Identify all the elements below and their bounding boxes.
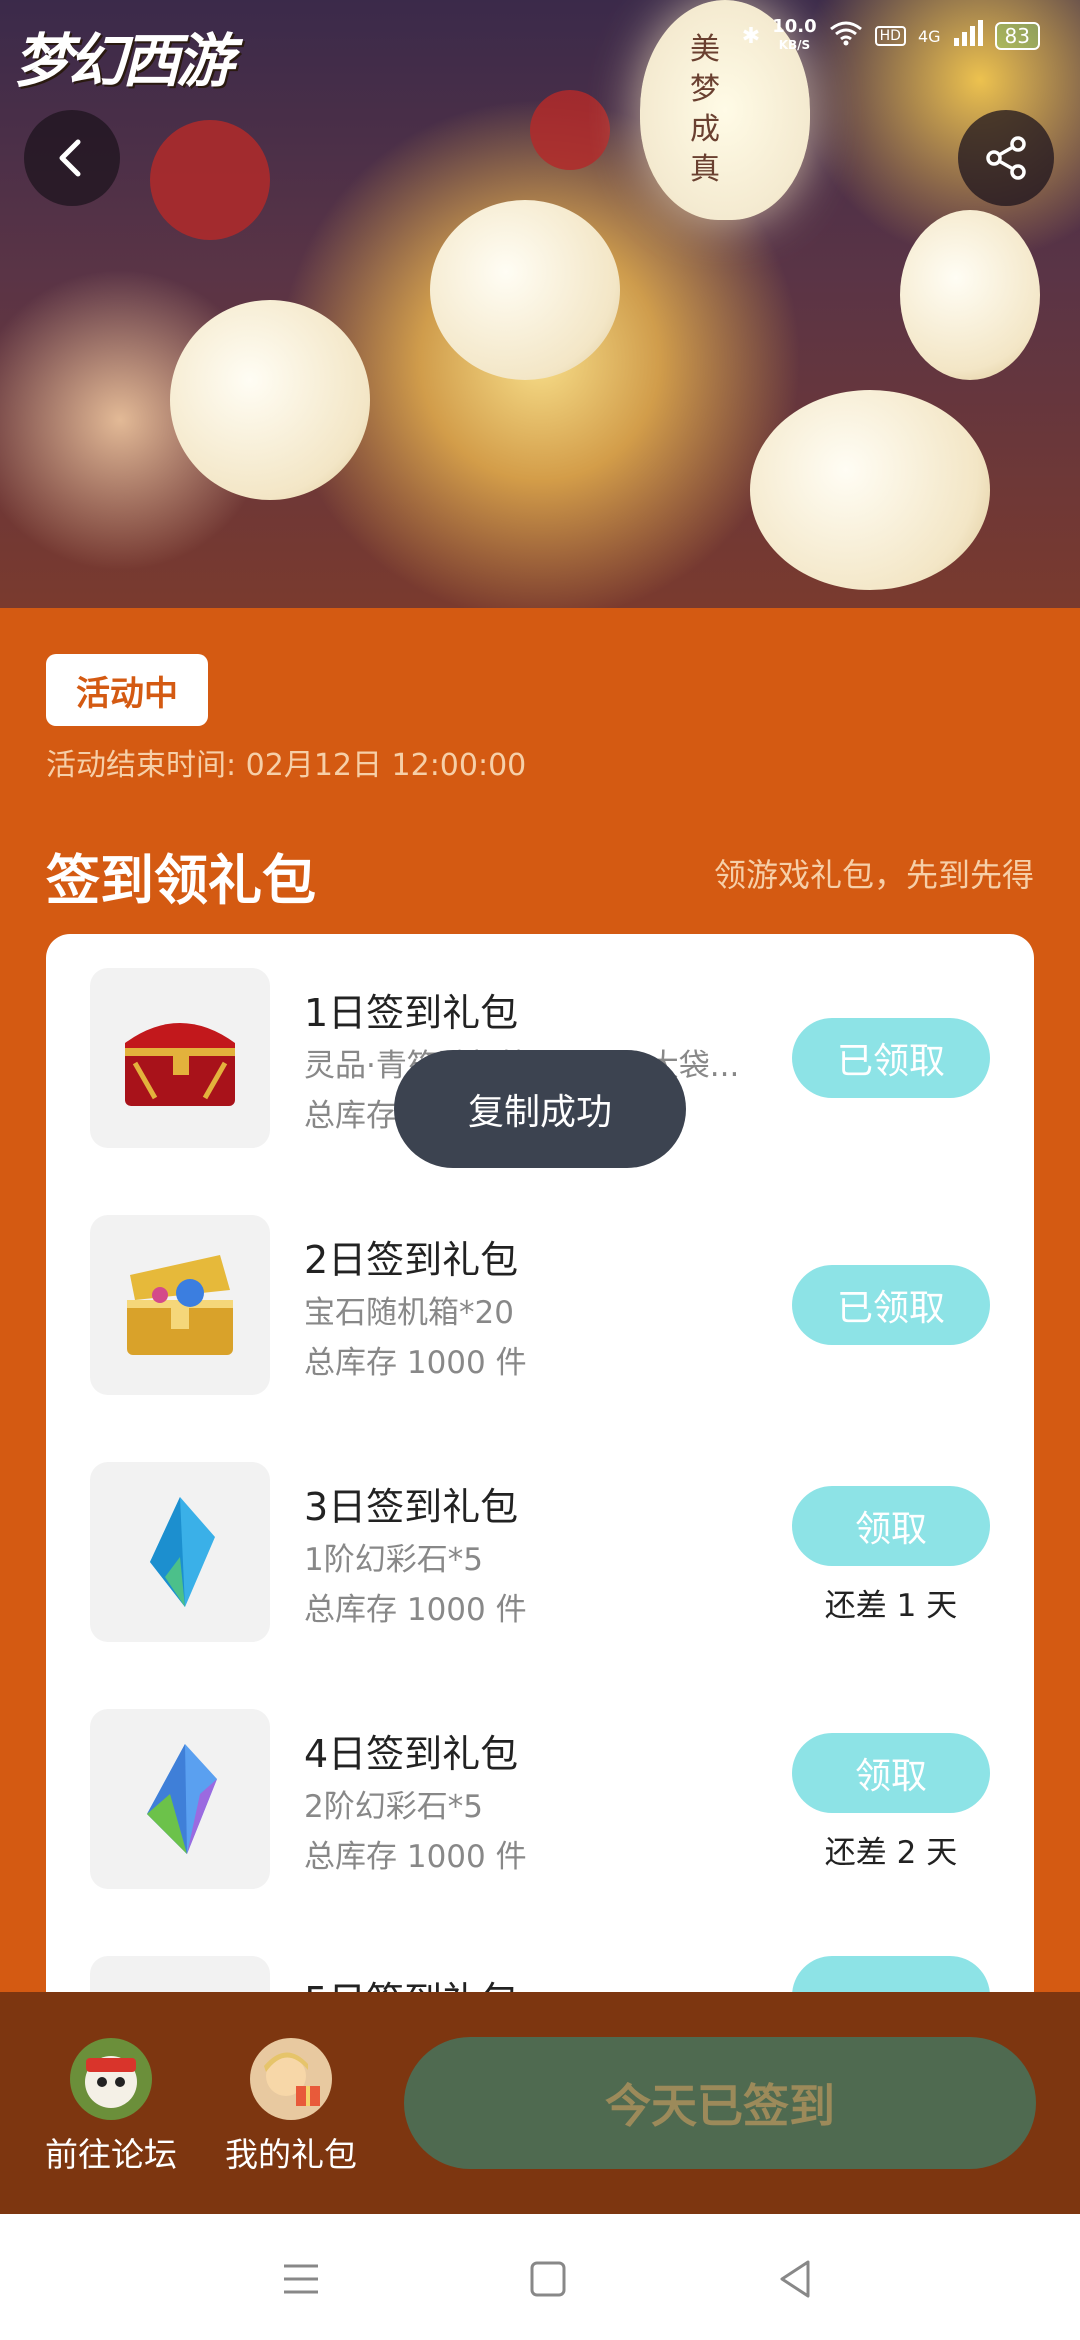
hero-decoration	[530, 90, 610, 170]
home-square-icon[interactable]	[523, 2254, 573, 2304]
gift-row: 4日签到礼包 2阶幻彩石*5 总库存 1000 件 领取 还差 2 天	[46, 1709, 1034, 1956]
hero-bunny	[750, 390, 990, 590]
share-icon	[986, 136, 1026, 180]
lantern-text: 美梦成真	[690, 32, 720, 187]
gift-thumbnail	[90, 1215, 270, 1395]
section-title: 签到领礼包	[46, 849, 316, 912]
net-speed-unit: KB/S	[778, 38, 811, 52]
days-remaining: 还差 1 天	[824, 1588, 958, 1624]
claim-button[interactable]: 领取	[792, 1733, 990, 1813]
gift-title: 2日签到礼包	[304, 1238, 519, 1282]
gift-title: 3日签到礼包	[304, 1485, 519, 1529]
gift-title: 1日签到礼包	[304, 991, 519, 1035]
signed-in-button[interactable]: 今天已签到	[404, 2037, 1036, 2169]
forum-icon	[70, 2038, 152, 2120]
hd-icon: HD	[874, 26, 906, 46]
hero-bunny	[900, 210, 1040, 380]
days-remaining: 还差 2 天	[824, 1835, 958, 1871]
my-gifts-label: 我的礼包	[225, 2135, 357, 2174]
system-nav-bar	[0, 2214, 1080, 2340]
menu-icon[interactable]	[276, 2254, 326, 2304]
gift-thumbnail	[90, 1462, 270, 1642]
forum-button[interactable]: 前往论坛	[36, 2038, 186, 2176]
bottom-action-bar: 前往论坛 我的礼包 今天已签到	[0, 1992, 1080, 2214]
hero-decoration	[150, 120, 270, 240]
gift-stock: 总库存 1000 件	[304, 1345, 527, 1381]
gift-stock: 总库存 1000 件	[304, 1592, 527, 1628]
net-speed: 10.0 KB/S	[772, 18, 816, 54]
gold-chest-icon	[127, 1255, 233, 1355]
hero-bunny	[430, 200, 620, 380]
gift-description: 宝石随机箱*20	[304, 1295, 514, 1331]
gift-title: 4日签到礼包	[304, 1732, 519, 1776]
gift-thumbnail	[90, 968, 270, 1148]
my-gifts-icon	[250, 2038, 332, 2120]
back-triangle-icon[interactable]	[770, 2254, 820, 2304]
gift-thumbnail	[90, 1709, 270, 1889]
wifi-icon	[829, 20, 863, 52]
activity-end-time: 活动结束时间: 02月12日 12:00:00	[46, 748, 527, 783]
gift-row: 3日签到礼包 1阶幻彩石*5 总库存 1000 件 领取 还差 1 天	[46, 1462, 1034, 1709]
forum-label: 前往论坛	[45, 2135, 177, 2174]
claimed-button[interactable]: 已领取	[792, 1018, 990, 1098]
hero-bunny	[170, 300, 370, 500]
activity-status-badge: 活动中	[46, 654, 208, 726]
blue-crystal-icon	[150, 1497, 215, 1607]
gift-description: 2阶幻彩石*5	[304, 1789, 483, 1825]
gift-stock: 总库存 1000 件	[304, 1839, 527, 1875]
rainbow-crystal-icon	[147, 1744, 217, 1854]
red-chest-icon	[125, 1023, 235, 1106]
status-bar: ✱ 10.0 KB/S HD 4G 83	[742, 18, 1040, 54]
toast-message: 复制成功	[394, 1050, 686, 1168]
gift-row: 2日签到礼包 宝石随机箱*20 总库存 1000 件 已领取	[46, 1215, 1034, 1462]
signal-icon	[953, 20, 983, 52]
claim-button[interactable]: 领取	[792, 1486, 990, 1566]
chevron-left-icon	[59, 139, 81, 177]
share-button[interactable]	[958, 110, 1054, 206]
gift-description: 1阶幻彩石*5	[304, 1542, 483, 1578]
claimed-button[interactable]: 已领取	[792, 1265, 990, 1345]
my-gifts-button[interactable]: 我的礼包	[216, 2038, 366, 2176]
app-logo: 梦幻西游	[14, 27, 234, 95]
network-type: 4G	[917, 26, 941, 46]
bluetooth-icon: ✱	[741, 23, 761, 49]
net-speed-value: 10.0	[772, 16, 817, 37]
section-subtitle: 领游戏礼包，先到先得	[713, 856, 1034, 894]
battery-indicator: 83	[994, 22, 1040, 50]
back-button[interactable]	[24, 110, 120, 206]
